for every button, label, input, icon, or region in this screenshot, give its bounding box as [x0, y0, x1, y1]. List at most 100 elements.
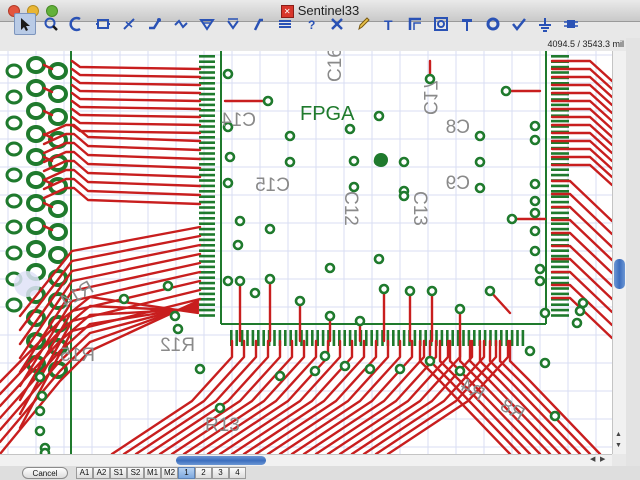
vertical-scroll-thumb[interactable]	[614, 259, 625, 289]
chip-pad	[199, 103, 215, 107]
via	[34, 425, 46, 437]
layer-tab-1[interactable]: 1	[178, 467, 195, 479]
chip-pad	[551, 152, 569, 155]
svg-text:?: ?	[308, 18, 315, 32]
tool-check-button[interactable]	[508, 13, 530, 35]
silkscreen-label: C8	[446, 117, 470, 138]
chip-pad	[551, 103, 569, 107]
silkscreen-label: R4	[456, 375, 488, 406]
tool-pad-button[interactable]	[430, 13, 452, 35]
via	[354, 315, 366, 327]
via	[474, 182, 486, 194]
layer-tab-s1[interactable]: S1	[110, 467, 127, 479]
via	[506, 213, 518, 225]
connector-pad	[26, 217, 46, 235]
tool-pencil-button[interactable]	[352, 13, 374, 35]
layer-tab-4[interactable]: 4	[229, 467, 246, 479]
chip-pad	[551, 71, 569, 74]
via	[454, 303, 466, 315]
chip-pad	[199, 190, 215, 193]
chip-pad	[551, 276, 569, 279]
chip-pad	[551, 87, 569, 90]
tool-bus-button[interactable]	[274, 13, 296, 35]
chip-pad	[199, 92, 215, 96]
horizontal-scrollbar[interactable]: ◀ ▶	[0, 454, 612, 466]
via	[364, 363, 376, 375]
tool-ground-button[interactable]	[534, 13, 556, 35]
tool-via-button[interactable]	[196, 13, 218, 35]
tool-ripup-button[interactable]	[170, 13, 192, 35]
pcb-canvas[interactable]: FPGA C16 C17 C14 C8 C15 C9 C12 C13 R14 R15 R12 R13 R8…	[0, 51, 612, 454]
tool-delete-button[interactable]	[326, 13, 348, 35]
layer-tab-3[interactable]: 3	[212, 467, 229, 479]
chip-pad	[262, 330, 265, 346]
scroll-left-arrow-icon[interactable]: ◀	[590, 455, 595, 463]
silkscreen-label: C12	[340, 191, 361, 226]
chip-pad	[370, 330, 373, 346]
text-icon: T	[384, 17, 393, 32]
scroll-down-arrow-icon[interactable]: ▼	[615, 442, 622, 449]
tool-zoom-button[interactable]	[40, 13, 62, 35]
tool-pointer-button[interactable]	[14, 13, 36, 35]
trace	[70, 83, 202, 95]
tool-component-button[interactable]	[92, 13, 114, 35]
via	[474, 130, 486, 142]
layer-tab-m2[interactable]: M2	[161, 467, 178, 479]
tool-text-button[interactable]: T	[378, 13, 400, 35]
layer-tab-a2[interactable]: A2	[93, 467, 110, 479]
tool-ring-button[interactable]	[482, 13, 504, 35]
via	[324, 262, 336, 274]
tool-wire-button[interactable]	[248, 13, 270, 35]
chip-pad	[199, 249, 215, 252]
scroll-up-arrow-icon[interactable]: ▲	[615, 431, 622, 438]
ratsnest-icon	[123, 18, 135, 30]
via	[378, 283, 390, 295]
layer-tab-a1[interactable]: A1	[76, 467, 93, 479]
wire-icon	[253, 18, 263, 31]
bottom-bar: Cancel A1 A2 S1 S2 M1 M2 1 2 3 4	[0, 466, 640, 480]
pcb-board[interactable]: FPGAC16C17C14 C8C15 C9C12 C13R14R15 R12R13R8…	[0, 51, 612, 454]
toolbar: ? T	[14, 13, 626, 38]
tool-chip-button[interactable]	[560, 13, 582, 35]
layer-tab-m1[interactable]: M1	[144, 467, 161, 479]
via	[194, 363, 206, 375]
chip-pad	[551, 303, 569, 306]
horizontal-scroll-thumb[interactable]	[176, 456, 266, 465]
chip-pad	[246, 330, 249, 346]
connector-pad	[26, 148, 46, 166]
layer-tab-2[interactable]: 2	[195, 467, 212, 479]
via	[529, 134, 541, 146]
connector-pad	[5, 89, 23, 105]
component-icon	[96, 19, 110, 29]
via	[222, 275, 234, 287]
via	[529, 207, 541, 219]
scroll-right-arrow-icon[interactable]: ▶	[600, 455, 605, 463]
chip-pad	[199, 157, 215, 161]
silkscreen-label: C14	[221, 110, 256, 131]
silkscreen-label: R15	[60, 345, 95, 366]
connector-pad	[5, 141, 23, 157]
tool-layer-button[interactable]	[222, 13, 244, 35]
chip-pad	[199, 200, 215, 204]
tool-probe-button[interactable]	[456, 13, 478, 35]
tool-arc-button[interactable]	[66, 13, 88, 35]
chip-pad	[199, 222, 215, 225]
via	[274, 370, 286, 382]
tool-route-button[interactable]	[144, 13, 166, 35]
connector-pad	[5, 219, 23, 235]
via	[249, 287, 261, 299]
chip-pad	[257, 330, 260, 346]
tool-query-button[interactable]: ?	[300, 13, 322, 35]
via	[424, 355, 436, 367]
cancel-button[interactable]: Cancel	[22, 467, 68, 479]
vertical-scrollbar[interactable]: ▲ ▼	[612, 51, 626, 454]
trace	[70, 59, 202, 71]
chip-pad	[551, 136, 569, 139]
chip-icon	[564, 20, 578, 28]
connector-pad	[5, 297, 23, 313]
corner-icon	[408, 17, 421, 30]
tool-corner-button[interactable]	[404, 13, 426, 35]
tool-ratsnest-button[interactable]	[118, 13, 140, 35]
layer-tab-s2[interactable]: S2	[127, 467, 144, 479]
coordinate-readout: 4094.5 / 3543.3 mil	[547, 39, 624, 49]
